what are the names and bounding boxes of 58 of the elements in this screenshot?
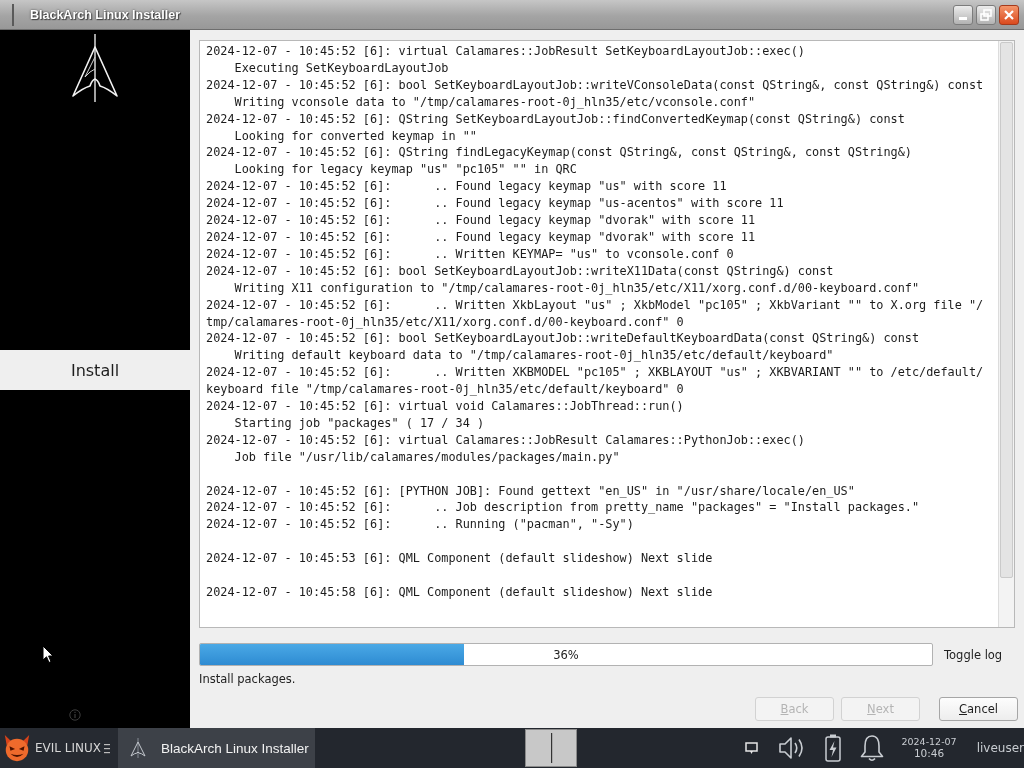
status-text: Install packages. (199, 672, 296, 687)
log-line: Executing SetKeyboardLayoutJob (233, 59, 449, 77)
log-line: 2024-12-07 - 10:45:52 [6]: [PYTHON JOB]: Found gettext "en_US" in "/usr/share/locale/en_US" (206, 482, 855, 500)
minimize-button[interactable] (953, 4, 973, 25)
log-line: 2024-12-07 - 10:45:52 [6]: .. Found legacy keymap "us" with score 11 (206, 178, 727, 196)
log-line: 2024-12-07 - 10:45:52 [6]: .. Running ("pacman", "-Sy") (206, 516, 634, 534)
log-line: 2024-12-07 - 10:45:52 [6]: .. Found legacy keymap "us-acentos" with score 11 (206, 195, 784, 213)
log-line: 2024-12-07 - 10:45:53 [6]: QML Component (default slideshow) Next slide (206, 550, 713, 568)
log-line: 2024-12-07 - 10:45:58 [6]: QML Component (default slideshow) Next slide (206, 583, 713, 601)
log-line: Starting job "packages" ( 17 / 34 ) (233, 414, 485, 432)
vertical-line-icon (549, 733, 553, 763)
close-button[interactable] (999, 4, 1019, 25)
devil-icon (2, 733, 32, 763)
window-title: BlackArch Linux Installer (30, 7, 181, 22)
log-line: 2024-12-07 - 10:45:52 [6]: QString SetKeyboardLayoutJob::findConvertedKeymap(const QString&) const (206, 110, 905, 128)
taskbar-task[interactable]: BlackArch Linux Installer (118, 728, 315, 768)
log-line: 2024-12-07 - 10:45:52 [6]: bool SetKeyboardLayoutJob::writeX11Data(const QString&) const (206, 262, 834, 280)
cursor-icon (42, 645, 54, 664)
vertical-bar-icon[interactable] (11, 3, 15, 26)
scrollbar[interactable] (998, 41, 1014, 627)
toggle-log-button[interactable]: Toggle log (944, 647, 1003, 662)
progress-label: 36% (553, 647, 579, 662)
log-line: 2024-12-07 - 10:45:52 [6]: bool SetKeyboardLayoutJob::writeDefaultKeyboardData(const QString&) const (206, 330, 920, 348)
logo (70, 33, 120, 103)
clock-time[interactable]: 10:46 (913, 747, 945, 761)
log-line: Writing vconsole data to "/tmp/calamares-root-0j_hln35/etc/vconsole.conf" (233, 93, 756, 111)
clock-date[interactable]: 2024-12-07 (901, 735, 957, 748)
log-line: 2024-12-07 - 10:45:52 [6]: virtual Calamares::JobResult SetKeyboardLayoutJob::exec() (206, 43, 805, 60)
log-line: keyboard file "/tmp/calamares-root-0j_hln35/etc/default/keyboard" 0 (206, 381, 684, 399)
log-line: 2024-12-07 - 10:45:52 [6]: .. Written KEYMAP= "us" to vconsole.conf 0 (206, 245, 734, 263)
user-name[interactable]: liveuser (976, 741, 1024, 755)
log-line: Writing default keyboard data to "/tmp/calamares-root-0j_hln35/etc/default/keyboard" (233, 347, 834, 365)
menu-icon (104, 742, 111, 754)
restore-icon (980, 8, 992, 21)
battery-icon[interactable] (825, 734, 842, 762)
log-line: Job file "/usr/lib/calamares/modules/packages/main.py" (233, 448, 620, 466)
logo-icon (130, 738, 146, 758)
sidebar-step: Install (0, 350, 190, 390)
log-line: Writing X11 configuration to "/tmp/calamares-root-0j_hln35/etc/X11/xorg.conf.d/00-keyboard.conf" (233, 279, 920, 297)
minimize-icon (959, 17, 967, 20)
screen-icon[interactable] (745, 741, 759, 755)
log-line: Looking for converted keymap in "" (233, 127, 477, 145)
log-line: tmp/calamares-root-0j_hln35/etc/X11/xorg.conf.d/00-keyboard.conf" 0 (206, 313, 684, 331)
log-line: 2024-12-07 - 10:45:52 [6]: .. Written XkbLayout "us" ; XkbModel "pc105" ; XkbVariant "" to X.org file "/ (206, 296, 984, 314)
log-line: 2024-12-07 - 10:45:52 [6]: virtual Calamares::JobResult Calamares::PythonJob::exec() (206, 431, 805, 449)
log-line: 2024-12-07 - 10:45:52 [6]: .. Written XKBMODEL "pc105" ; XKBLAYOUT "us" ; XKBVARIANT "" to /etc/default/ (206, 364, 984, 382)
restore-button[interactable] (976, 4, 996, 25)
close-icon (1003, 8, 1015, 21)
dialog-button[interactable]: Cancel (939, 697, 1018, 721)
bell-icon[interactable] (859, 734, 886, 762)
log-line: 2024-12-07 - 10:45:52 [6]: .. Job description from pretty_name "packages" = "Install packages." (206, 499, 920, 517)
log-line: 2024-12-07 - 10:45:52 [6]: virtual void Calamares::JobThread::run() (206, 398, 684, 415)
log-line: 2024-12-07 - 10:45:52 [6]: bool SetKeyboardLayoutJob::writeVConsoleData(const QString&, const QString&) const (206, 76, 984, 94)
log-line: 2024-12-07 - 10:45:52 [6]: .. Found legacy keymap "dvorak" with score 11 (206, 212, 756, 229)
log-line: 2024-12-07 - 10:45:52 [6]: .. Found legacy keymap "dvorak" with score 11 (206, 228, 756, 246)
log-line: Looking for legacy keymap "us" "pc105" "" in QRC (233, 161, 577, 179)
scrollbar-thumb[interactable] (1000, 42, 1013, 578)
log-line: 2024-12-07 - 10:45:52 [6]: QString findLegacyKeymap(const QString&, const QString&, const QString&) (206, 144, 912, 162)
